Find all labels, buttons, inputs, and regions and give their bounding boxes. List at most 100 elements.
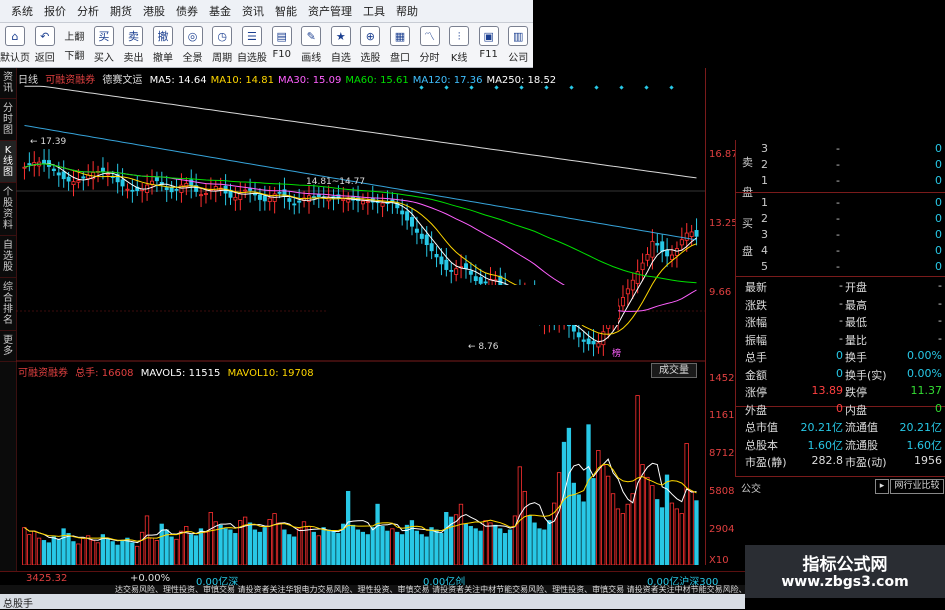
menu-item[interactable]: 港股 (143, 3, 165, 19)
volume-bar (130, 542, 135, 565)
menu-item[interactable]: 智能 (275, 3, 297, 19)
toolbar-button[interactable]: ★ 自选 (326, 23, 356, 67)
left-tab[interactable]: 资讯 (0, 68, 16, 99)
candle-body (576, 332, 581, 338)
toolbar-button[interactable]: ▤ F10 (267, 23, 297, 67)
volume-bar (316, 535, 321, 565)
industry-compare-button[interactable]: 网行业比较 (890, 479, 944, 494)
toolbar-button[interactable]: ☰ 自选股 (237, 23, 267, 67)
toolbar-button[interactable]: ✎ 画线 (297, 23, 327, 67)
volume-bar (71, 541, 76, 565)
toolbar-button[interactable]: ◎ 全景 (178, 23, 208, 67)
menu-item[interactable]: 期货 (110, 3, 132, 19)
menu-item[interactable]: 资产管理 (308, 3, 352, 19)
candle-body (42, 159, 47, 164)
toolbar-button[interactable]: 撤撤单 (148, 23, 178, 67)
volume-bar (242, 516, 248, 565)
candle-body (424, 234, 429, 246)
toolbar-button[interactable]: 卖卖出 (119, 23, 149, 67)
toolbar-button[interactable]: ◷ 周期 (207, 23, 237, 67)
signal-marker (519, 85, 524, 90)
volume-bar (32, 530, 37, 565)
left-tab[interactable]: 分时图 (0, 99, 16, 141)
volume-indicator-button[interactable]: 成交量 (651, 363, 697, 378)
quote-stat-row: 振幅 - 量比 - (745, 331, 942, 347)
volume-bar (561, 441, 567, 565)
volume-bar (105, 538, 110, 565)
menu-item[interactable]: 帮助 (396, 3, 418, 19)
toolbar-button[interactable]: ⊕ 选股 (356, 23, 386, 67)
signal-marker (469, 85, 474, 90)
buy-level: 3-0 (761, 228, 942, 241)
toolbar-button[interactable]: ↶ 返回 (30, 23, 60, 67)
taskbar-label[interactable]: 总股手 (3, 595, 33, 610)
volume-bar (115, 544, 120, 565)
menu-item[interactable]: 报价 (44, 3, 66, 19)
f11-icon: ▣ (478, 26, 499, 46)
page-down-button[interactable]: 下翻 (64, 47, 84, 62)
candle-body (125, 188, 130, 191)
candle-body (483, 281, 488, 284)
menu-item[interactable]: 基金 (209, 3, 231, 19)
toolbar-label: 选股 (360, 53, 381, 64)
volume-bar (95, 542, 101, 565)
ma-line-long (24, 85, 697, 179)
candle-body (414, 228, 419, 233)
volume-bar (193, 535, 199, 565)
toolbar-label: 画线 (301, 53, 322, 64)
volume-bar (502, 533, 508, 565)
volume-bar (85, 535, 91, 565)
mavol10: MAVOL10: 19708 (227, 368, 314, 379)
left-tab[interactable]: 自选股 (0, 236, 16, 278)
range-annotation: 14.81~14.77 (306, 177, 365, 187)
menu-item[interactable]: 分析 (77, 3, 99, 19)
toolbar-button[interactable]: ▥ 公司 (503, 23, 533, 67)
menu-item[interactable]: 系统 (11, 3, 33, 19)
candle-body (410, 217, 415, 227)
volume-bar (262, 527, 267, 565)
candle-body (463, 263, 468, 269)
volume-bar (61, 528, 66, 565)
toolbar-button[interactable]: ▦ 盘口 (385, 23, 415, 67)
candle-body (444, 259, 449, 270)
page-up-down-buttons[interactable]: 上翻 下翻 (60, 23, 90, 67)
candle-body (473, 276, 478, 282)
toolbar-button[interactable]: ▣ F11 (474, 23, 504, 67)
candle-body (27, 163, 32, 165)
volume-bar (213, 521, 218, 565)
candle-body (625, 288, 630, 295)
sell-level: 2-0 (761, 158, 942, 171)
volume-tick: 8712 (709, 448, 735, 459)
quote-stat-row: 总手 0 换手 0.00% (745, 349, 942, 364)
toolbar-button[interactable]: 买买入 (89, 23, 119, 67)
quote-stat-row: 总市值 20.21亿 流通值 20.21亿 (745, 421, 942, 434)
period-label: 日线 (18, 75, 38, 86)
page-up-button[interactable]: 上翻 (64, 28, 84, 43)
toolbar-button[interactable]: ⌂ 默认页 (0, 23, 30, 67)
toolbar-button[interactable]: ⫶ K线 (444, 23, 474, 67)
favorites-icon: ★ (330, 26, 351, 46)
menu-item[interactable]: 工具 (363, 3, 385, 19)
sell-level: 3-0 (761, 142, 942, 155)
volume-bar (169, 536, 174, 565)
left-tab[interactable]: 综合排名 (0, 278, 16, 331)
volume-bar (679, 513, 684, 565)
stock-picker-icon: ⊕ (360, 26, 381, 46)
candle-body (581, 339, 586, 342)
toolbar-button[interactable]: 〽分时 (415, 23, 445, 67)
index-pct: +0.00% (130, 573, 171, 584)
trades-list (735, 495, 945, 545)
watermark-url: www.zbgs3.com (781, 574, 909, 590)
volume-bar (139, 531, 145, 565)
candle-body (287, 198, 292, 202)
candle-body (665, 249, 670, 257)
menu-item[interactable]: 债券 (176, 3, 198, 19)
toolbar-label: 周期 (212, 53, 233, 64)
volume-bar (414, 530, 419, 565)
expand-arrow-icon[interactable]: ▸ (875, 479, 889, 494)
left-tab[interactable]: 个股资料 (0, 183, 16, 236)
left-tab[interactable]: 更多 (0, 331, 16, 362)
volume-bar (625, 503, 630, 565)
menu-item[interactable]: 资讯 (242, 3, 264, 19)
left-tab[interactable]: K线图 (0, 141, 16, 183)
